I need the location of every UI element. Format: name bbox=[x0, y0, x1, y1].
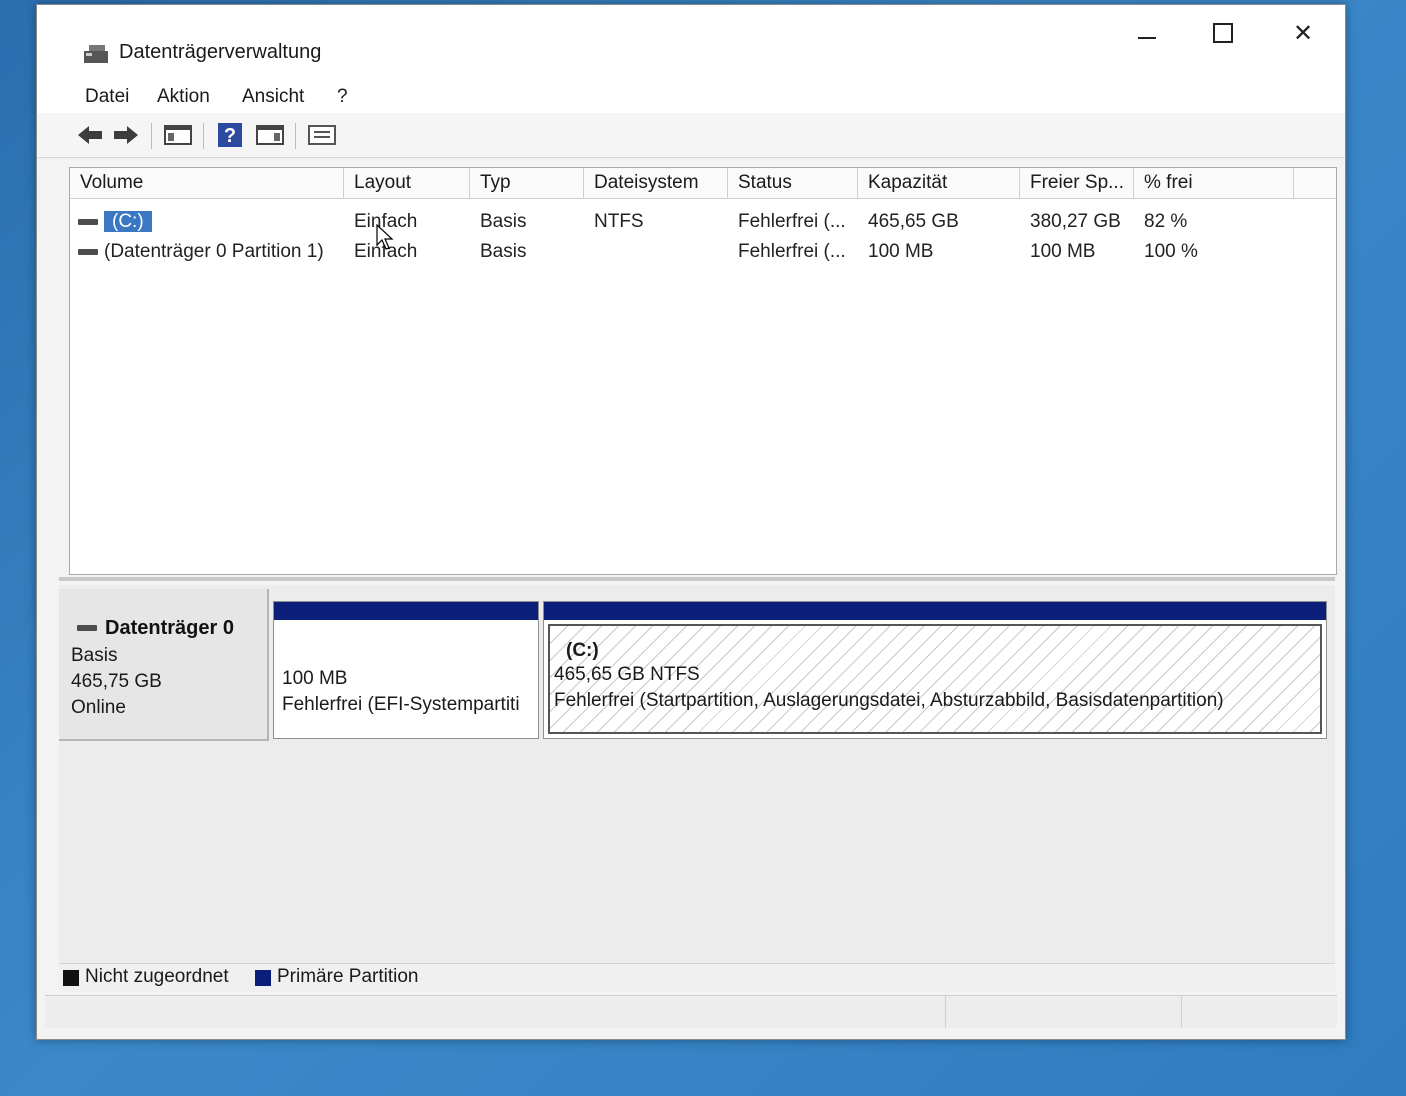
freier-speicher-cell: 100 MB bbox=[1030, 241, 1096, 262]
volume-cell: (Datenträger 0 Partition 1) bbox=[70, 238, 344, 266]
volume-name: (Datenträger 0 Partition 1) bbox=[104, 241, 324, 262]
legend-swatch-primary bbox=[255, 970, 271, 986]
maximize-button[interactable] bbox=[1191, 11, 1255, 55]
partition-status: Fehlerfrei (EFI-Systempartiti bbox=[282, 694, 520, 715]
menu-datei[interactable]: Datei bbox=[85, 86, 129, 108]
typ-cell: Basis bbox=[480, 241, 527, 262]
partition-size: 100 MB bbox=[282, 668, 348, 689]
close-button[interactable]: ✕ bbox=[1271, 11, 1335, 55]
dateisystem-cell bbox=[584, 238, 728, 266]
toolbar-separator bbox=[295, 123, 296, 149]
column-dateisystem[interactable]: Dateisystem bbox=[584, 168, 728, 198]
volume-row[interactable]: (C:) Einfach Basis NTFS Fehlerfrei (... … bbox=[70, 208, 1336, 236]
column-prozent-frei[interactable]: % frei bbox=[1134, 168, 1294, 198]
pane-splitter[interactable] bbox=[59, 577, 1335, 581]
kapazitaet-cell: 100 MB bbox=[868, 241, 934, 262]
disk-management-icon bbox=[84, 45, 108, 63]
toolbar-separator bbox=[151, 123, 152, 149]
partition-efi[interactable]: 100 MB Fehlerfrei (EFI-Systempartiti bbox=[273, 601, 539, 739]
freier-speicher-cell: 380,27 GB bbox=[1030, 211, 1121, 232]
column-header-row: Volume Layout Typ Dateisystem Status Kap… bbox=[70, 168, 1336, 199]
volume-row[interactable]: (Datenträger 0 Partition 1) Einfach Basi… bbox=[70, 238, 1336, 266]
dateisystem-cell: NTFS bbox=[594, 211, 644, 232]
partition-size: 465,65 GB NTFS bbox=[554, 664, 700, 685]
typ-cell: Basis bbox=[480, 211, 527, 232]
legend-primary: Primäre Partition bbox=[277, 966, 419, 987]
partition-status: Fehlerfrei (Startpartition, Auslagerungs… bbox=[554, 690, 1224, 711]
help-glyph: ? bbox=[224, 125, 236, 147]
mouse-cursor-icon bbox=[376, 224, 394, 250]
menu-aktion[interactable]: Aktion bbox=[157, 86, 210, 108]
back-button[interactable] bbox=[75, 121, 105, 149]
legend-unallocated: Nicht zugeordnet bbox=[85, 966, 229, 987]
console-tree-button[interactable] bbox=[163, 121, 193, 149]
status-bar-divider bbox=[945, 996, 947, 1028]
column-kapazitaet[interactable]: Kapazität bbox=[858, 168, 1020, 198]
layout-cell: Einfach bbox=[354, 241, 418, 262]
forward-arrow-icon bbox=[114, 126, 138, 144]
menu-help[interactable]: ? bbox=[337, 86, 348, 108]
minimize-button[interactable] bbox=[1115, 11, 1179, 55]
close-icon: ✕ bbox=[1292, 19, 1314, 47]
partition-type-bar bbox=[544, 602, 1326, 620]
partition-c[interactable]: (C:) 465,65 GB NTFS Fehlerfrei (Startpar… bbox=[543, 601, 1327, 739]
prozent-frei-cell: 82 % bbox=[1144, 211, 1188, 232]
action-pane-icon bbox=[256, 125, 284, 145]
layout-cell: Einfach bbox=[354, 211, 418, 232]
legend-bar: Nicht zugeordnet Primäre Partition bbox=[59, 963, 1335, 992]
minimize-icon bbox=[1138, 37, 1156, 39]
kapazitaet-cell: 465,65 GB bbox=[868, 211, 959, 232]
column-freier-speicher[interactable]: Freier Sp... bbox=[1020, 168, 1134, 198]
action-pane-button[interactable] bbox=[255, 121, 285, 149]
back-arrow-icon bbox=[78, 126, 102, 144]
column-layout[interactable]: Layout bbox=[344, 168, 470, 198]
column-status[interactable]: Status bbox=[728, 168, 858, 198]
disk-info-panel[interactable]: Datenträger 0 Basis 465,75 GB Online bbox=[59, 589, 269, 741]
status-cell: Fehlerfrei (... bbox=[738, 241, 846, 262]
toolbar: ? bbox=[37, 113, 1345, 158]
help-icon: ? bbox=[218, 123, 242, 147]
window-title: Datenträgerverwaltung bbox=[119, 41, 322, 63]
disk-state: Online bbox=[71, 697, 126, 718]
disk-size: 465,75 GB bbox=[71, 671, 162, 692]
disk-icon bbox=[77, 625, 97, 631]
disk-name: Datenträger 0 bbox=[105, 617, 234, 639]
column-volume[interactable]: Volume bbox=[70, 168, 344, 198]
console-tree-icon bbox=[164, 125, 192, 145]
volume-icon bbox=[78, 218, 98, 225]
volume-list[interactable]: Volume Layout Typ Dateisystem Status Kap… bbox=[69, 167, 1337, 575]
prozent-frei-cell: 100 % bbox=[1144, 241, 1198, 262]
maximize-icon bbox=[1213, 23, 1233, 43]
partition-label: (C:) bbox=[566, 640, 599, 661]
properties-button[interactable] bbox=[307, 121, 337, 149]
volume-cell: (C:) bbox=[70, 208, 344, 236]
properties-icon bbox=[308, 125, 336, 145]
volume-name: (C:) bbox=[104, 211, 152, 232]
disk-graphical-view: Datenträger 0 Basis 465,75 GB Online 100… bbox=[59, 585, 1335, 963]
status-bar bbox=[45, 995, 1337, 1028]
legend-swatch-unallocated bbox=[63, 970, 79, 986]
disk-type: Basis bbox=[71, 645, 118, 666]
column-typ[interactable]: Typ bbox=[470, 168, 584, 198]
help-button[interactable]: ? bbox=[215, 121, 245, 149]
toolbar-separator bbox=[203, 123, 204, 149]
title-bar[interactable]: Datenträgerverwaltung ✕ bbox=[37, 5, 1345, 83]
menu-bar: Datei Aktion Ansicht ? bbox=[37, 83, 1345, 113]
forward-button[interactable] bbox=[111, 121, 141, 149]
menu-ansicht[interactable]: Ansicht bbox=[242, 86, 304, 108]
status-cell: Fehlerfrei (... bbox=[738, 211, 846, 232]
disk-management-window: Datenträgerverwaltung ✕ Datei Aktion Ans… bbox=[36, 4, 1346, 1040]
partition-type-bar bbox=[274, 602, 538, 620]
volume-icon bbox=[78, 248, 98, 255]
status-bar-divider bbox=[1181, 996, 1183, 1028]
